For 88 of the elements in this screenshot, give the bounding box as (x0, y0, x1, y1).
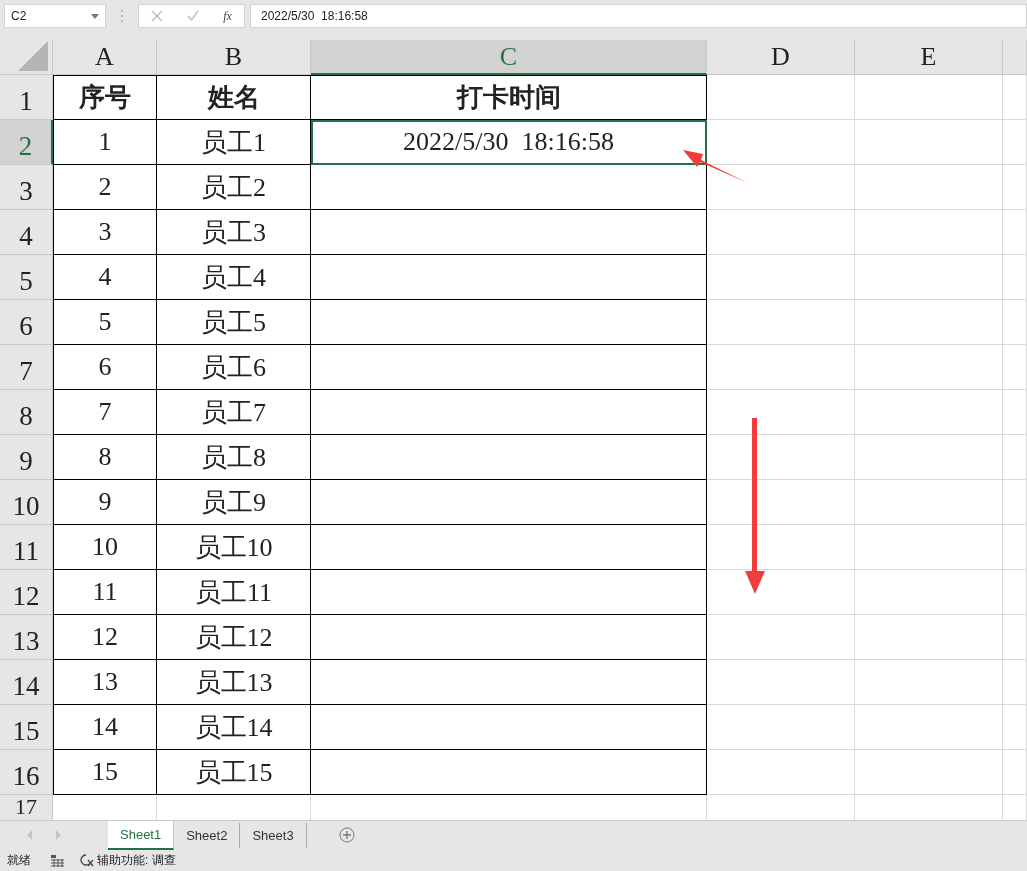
table-cell: 11 (53, 570, 157, 615)
row-header[interactable]: 11 (0, 525, 53, 570)
formula-field[interactable]: 2022/5/30 18:16:58 (250, 4, 1027, 28)
row-header[interactable]: 7 (0, 345, 53, 390)
table-cell: 8 (53, 435, 157, 480)
table-cell: 员工11 (157, 570, 311, 615)
table-cell: 员工10 (157, 525, 311, 570)
table-cell: 员工13 (157, 660, 311, 705)
table-cell: 员工14 (157, 705, 311, 750)
empty-cell (1003, 750, 1027, 795)
row-header[interactable]: 12 (0, 570, 53, 615)
empty-cell (1003, 165, 1027, 210)
column-header[interactable]: D (707, 40, 855, 75)
table-cell: 员工2 (157, 165, 311, 210)
table-cell: 2022/5/30 18:16:58 (311, 120, 707, 165)
empty-cell (1003, 255, 1027, 300)
empty-cell (1003, 660, 1027, 705)
table-cell: 10 (53, 525, 157, 570)
row-header[interactable]: 9 (0, 435, 53, 480)
empty-cell (1003, 705, 1027, 750)
empty-cell (1003, 435, 1027, 480)
sheet-tab[interactable]: Sheet3 (240, 823, 307, 848)
row-header[interactable]: 5 (0, 255, 53, 300)
sheet-tab[interactable]: Sheet2 (174, 823, 241, 848)
column-heading-cell: 序号 (53, 75, 157, 120)
row-header[interactable]: 13 (0, 615, 53, 660)
empty-cell (1003, 615, 1027, 660)
table-cell: 1 (53, 120, 157, 165)
row-header[interactable]: 8 (0, 390, 53, 435)
empty-cell (1003, 300, 1027, 345)
table-cell: 员工9 (157, 480, 311, 525)
table-cell: 12 (53, 615, 157, 660)
scroll-right-icon[interactable] (54, 830, 62, 840)
caret-icon (91, 13, 99, 19)
empty-cell (1003, 210, 1027, 255)
column-header[interactable] (1003, 40, 1027, 75)
row-header[interactable]: 1 (0, 75, 53, 120)
table-cell: 3 (53, 210, 157, 255)
column-header[interactable]: A (53, 40, 157, 75)
row-header[interactable]: 6 (0, 300, 53, 345)
table-cell: 员工6 (157, 345, 311, 390)
status-text: 就绪 (7, 852, 31, 869)
column-heading-cell: 姓名 (157, 75, 311, 120)
table-cell: 员工12 (157, 615, 311, 660)
column-heading-cell: 打卡时间 (311, 75, 707, 120)
select-all-icon[interactable] (18, 41, 48, 71)
scroll-left-icon[interactable] (26, 830, 34, 840)
row-header[interactable]: 2 (0, 120, 53, 165)
empty-cell (1003, 120, 1027, 165)
table-cell: 员工7 (157, 390, 311, 435)
table-cell: 5 (53, 300, 157, 345)
column-header[interactable]: E (855, 40, 1003, 75)
table-cell: 6 (53, 345, 157, 390)
table-cell: 员工15 (157, 750, 311, 795)
grip-icon (120, 9, 124, 23)
sheet-tab[interactable]: Sheet1 (108, 821, 175, 850)
table-cell: 9 (53, 480, 157, 525)
table-cell: 员工8 (157, 435, 311, 480)
empty-cell (1003, 480, 1027, 525)
table-cell: 7 (53, 390, 157, 435)
empty-cell (1003, 390, 1027, 435)
row-header[interactable]: 16 (0, 750, 53, 795)
check-icon[interactable] (187, 10, 200, 22)
table-cell: 员工4 (157, 255, 311, 300)
table-cell: 14 (53, 705, 157, 750)
accessibility-status[interactable]: 辅助功能: 调查 (97, 852, 176, 869)
table-cell: 13 (53, 660, 157, 705)
table-cell: 4 (53, 255, 157, 300)
empty-cell (1003, 345, 1027, 390)
add-sheet-icon[interactable] (338, 827, 355, 843)
insert-function-button[interactable]: fx (223, 8, 232, 24)
table-cell: 15 (53, 750, 157, 795)
row-header[interactable]: 4 (0, 210, 53, 255)
table-cell: 2 (53, 165, 157, 210)
row-header[interactable]: 10 (0, 480, 53, 525)
name-box[interactable]: C2 (4, 4, 106, 28)
row-header[interactable]: 3 (0, 165, 53, 210)
cancel-icon[interactable] (151, 10, 164, 22)
row-header[interactable]: 17 (0, 795, 53, 820)
empty-cell (1003, 525, 1027, 570)
row-header[interactable]: 14 (0, 660, 53, 705)
table-cell: 员工5 (157, 300, 311, 345)
table-cell: 员工3 (157, 210, 311, 255)
empty-cell (1003, 570, 1027, 615)
table-cell: 员工1 (157, 120, 311, 165)
column-header[interactable]: B (157, 40, 311, 75)
column-header[interactable]: C (311, 40, 707, 75)
row-header[interactable]: 15 (0, 705, 53, 750)
